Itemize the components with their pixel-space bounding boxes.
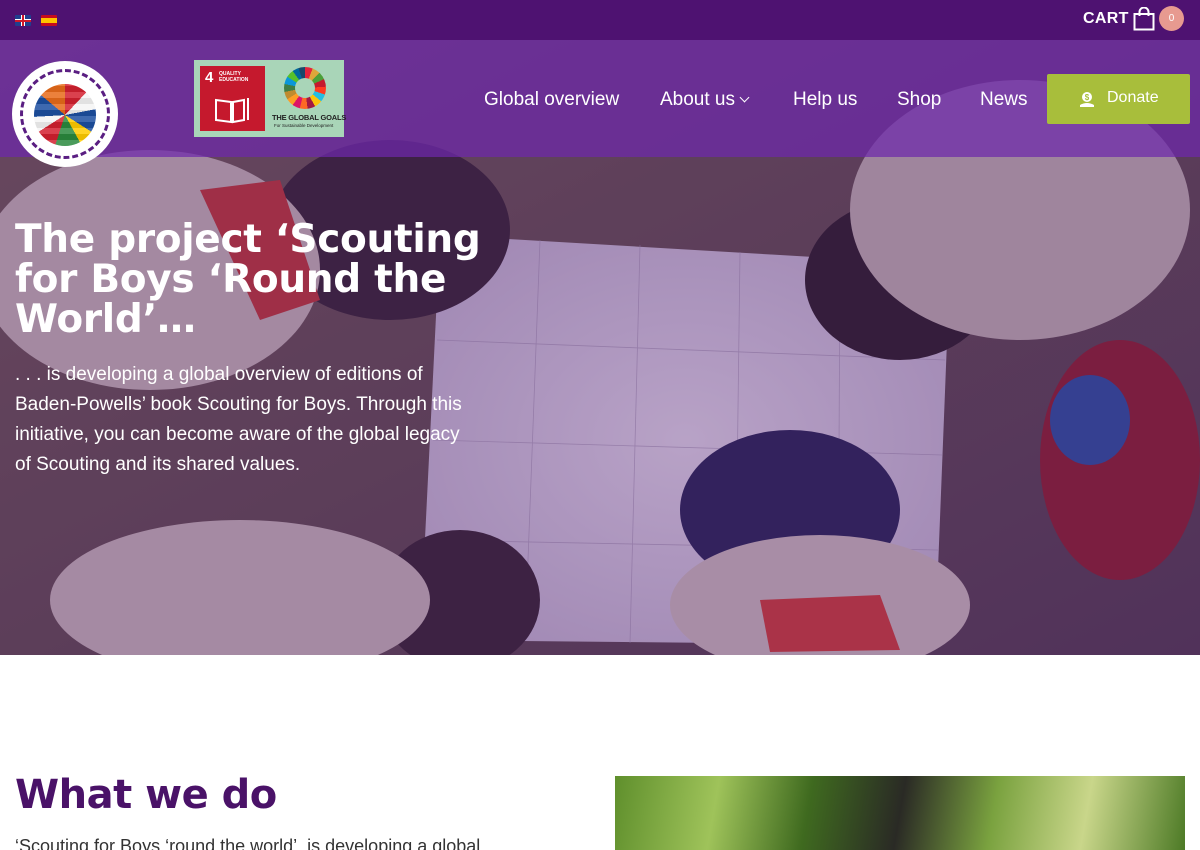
nav-news[interactable]: News <box>980 89 1028 111</box>
nav-global-overview[interactable]: Global overview <box>484 89 619 111</box>
sdg-goal-label: QUALITY EDUCATION <box>219 71 249 83</box>
nav-shop[interactable]: Shop <box>897 89 941 111</box>
spain-flag-icon[interactable] <box>41 15 57 26</box>
hero-section: 4 QUALITY EDUCATION THE GLOBAL GOALS For… <box>0 40 1200 655</box>
section-text-what-we-do: ‘Scouting for Boys ‘round the world’, is… <box>15 836 481 850</box>
what-we-do-photo <box>615 776 1185 850</box>
sdg-title: THE GLOBAL GOALS <box>272 113 347 122</box>
uk-flag-icon[interactable] <box>15 15 31 26</box>
sdg-subtitle: For Sustainable Development <box>274 123 334 128</box>
open-book-icon <box>215 98 249 124</box>
top-bar: CART 0 <box>0 0 1200 40</box>
hero-description: . . . is developing a global overview of… <box>15 364 462 475</box>
cart-count-badge: 0 <box>1159 6 1184 31</box>
svg-text:$: $ <box>1085 93 1090 102</box>
cart-link[interactable]: CART <box>1083 10 1129 28</box>
shopping-bag-icon[interactable] <box>1133 7 1155 31</box>
sdg-quality-education-badge[interactable]: 4 QUALITY EDUCATION THE GLOBAL GOALS For… <box>194 60 347 137</box>
site-logo[interactable] <box>12 61 118 167</box>
nav-about-us[interactable]: About us <box>660 89 750 111</box>
sdg-wheel-icon <box>284 67 326 109</box>
sdg-goal-4-tile: 4 QUALITY EDUCATION <box>200 66 265 131</box>
donate-button[interactable]: $ Donate <box>1047 74 1190 124</box>
flag-globe-icon <box>34 84 96 146</box>
main-navigation: 4 QUALITY EDUCATION THE GLOBAL GOALS For… <box>0 40 1200 167</box>
section-title-what-we-do: What we do <box>15 772 277 818</box>
donate-icon: $ <box>1080 92 1094 107</box>
hero-title: The project ‘Scouting for Boys ‘Round th… <box>15 217 481 342</box>
nav-about-us-label: About us <box>660 89 735 110</box>
sdg-goal-number: 4 <box>205 69 214 86</box>
chevron-down-icon <box>739 92 750 103</box>
nav-help-us[interactable]: Help us <box>793 89 857 111</box>
donate-label: Donate <box>1107 89 1159 106</box>
logo-ring <box>20 69 110 159</box>
